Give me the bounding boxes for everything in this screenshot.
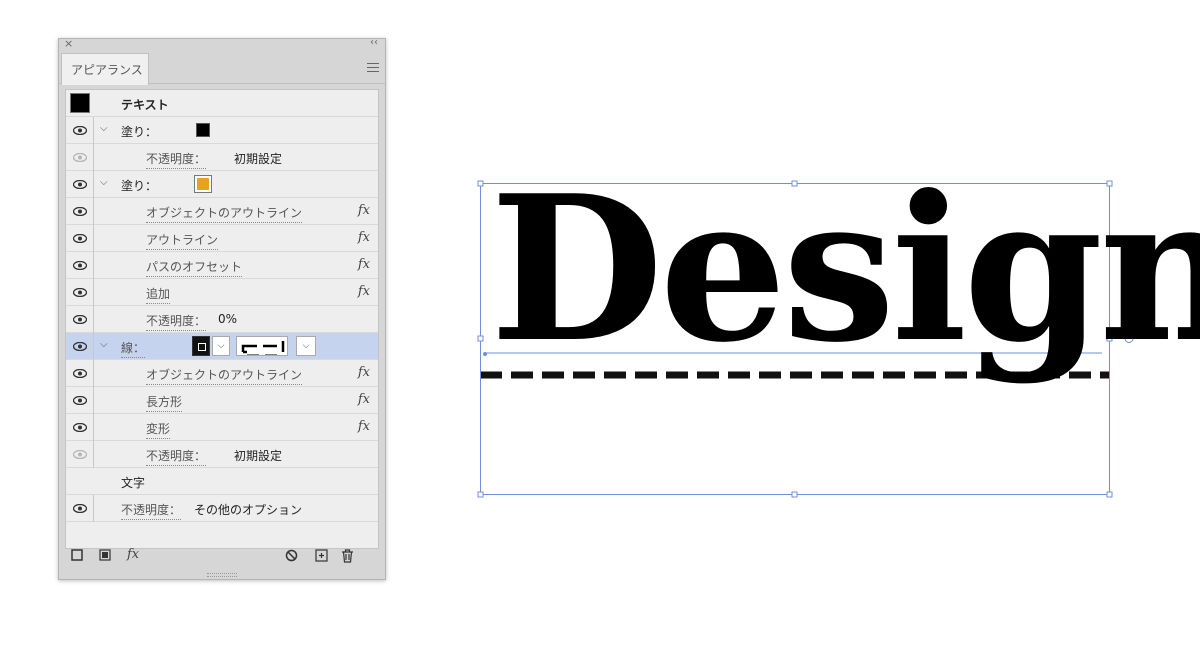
row-fill-1[interactable]: ⌵ 塗り： bbox=[66, 117, 378, 144]
effect-outline-object-link[interactable]: オブジェクトのアウトライン bbox=[146, 204, 303, 223]
appearance-panel: × ‹‹ アピアランス テキスト ⌵ 塗り： 不透明度： 初期設定 ⌵ 塗り： … bbox=[58, 37, 386, 580]
effect-add-link[interactable]: 追加 bbox=[146, 285, 171, 304]
fx-icon: fx bbox=[357, 284, 370, 299]
chevron-down-icon[interactable]: ⌵ bbox=[100, 339, 108, 350]
fill-2-label: 塗り： bbox=[121, 179, 158, 193]
visibility-eye-icon[interactable] bbox=[66, 414, 94, 441]
row-effect[interactable]: 長方形 fx bbox=[66, 387, 378, 414]
fx-icon: fx bbox=[357, 419, 370, 434]
opacity-value: 0% bbox=[218, 312, 238, 326]
fill-1-swatch[interactable] bbox=[196, 123, 210, 137]
stroke-link[interactable]: 線： bbox=[121, 339, 146, 358]
new-stroke-icon[interactable] bbox=[71, 549, 83, 565]
row-effect[interactable]: 変形 fx bbox=[66, 414, 378, 441]
visibility-eye-icon[interactable] bbox=[66, 144, 94, 171]
panel-titlebar: × ‹‹ bbox=[59, 37, 385, 51]
canvas-artwork[interactable]: Design bbox=[470, 170, 1200, 510]
effect-rectangle-link[interactable]: 長方形 bbox=[146, 393, 183, 412]
row-fill-2-opacity[interactable]: 不透明度： 0% bbox=[66, 306, 378, 333]
panel-footer: fx bbox=[59, 545, 385, 569]
text-thumbnail bbox=[70, 93, 90, 113]
visibility-eye-icon[interactable] bbox=[66, 387, 94, 414]
opacity-value: その他のオプション bbox=[194, 503, 303, 517]
visibility-eye-icon[interactable] bbox=[66, 225, 94, 252]
visibility-eye-icon[interactable] bbox=[66, 333, 94, 360]
stroke-color-dropdown[interactable]: ⌵ bbox=[212, 336, 230, 356]
stroke-weight-dropdown[interactable]: ⌵ bbox=[296, 336, 316, 356]
fx-menu-icon[interactable]: fx bbox=[127, 547, 139, 562]
stroke-dash-preview[interactable] bbox=[236, 336, 288, 356]
new-fill-icon[interactable] bbox=[99, 549, 111, 565]
delete-icon[interactable] bbox=[341, 549, 354, 567]
fill-2-swatch-frame[interactable] bbox=[194, 175, 212, 193]
effect-transform-link[interactable]: 変形 bbox=[146, 420, 171, 439]
fill-2-swatch bbox=[197, 178, 209, 190]
row-fill-1-opacity[interactable]: 不透明度： 初期設定 bbox=[66, 144, 378, 171]
visibility-eye-icon[interactable] bbox=[66, 171, 94, 198]
visibility-eye-icon[interactable] bbox=[66, 117, 94, 144]
row-stroke-opacity[interactable]: 不透明度： 初期設定 bbox=[66, 441, 378, 468]
close-icon[interactable]: × bbox=[64, 37, 73, 50]
row-object-opacity[interactable]: 不透明度： その他のオプション bbox=[66, 495, 378, 522]
visibility-eye-icon[interactable] bbox=[66, 252, 94, 279]
row-effect[interactable]: パスのオフセット fx bbox=[66, 252, 378, 279]
text-heading-label: テキスト bbox=[121, 98, 169, 112]
duplicate-icon[interactable] bbox=[315, 549, 328, 566]
visibility-eye-icon[interactable] bbox=[66, 198, 94, 225]
row-effect[interactable]: オブジェクトのアウトライン fx bbox=[66, 198, 378, 225]
row-effect[interactable]: オブジェクトのアウトライン fx bbox=[66, 360, 378, 387]
chevron-down-icon[interactable]: ⌵ bbox=[100, 123, 108, 134]
visibility-eye-icon[interactable] bbox=[66, 306, 94, 333]
row-text-heading[interactable]: テキスト bbox=[66, 90, 378, 117]
effect-outline-object-link[interactable]: オブジェクトのアウトライン bbox=[146, 366, 303, 385]
fx-icon: fx bbox=[357, 365, 370, 380]
fx-icon: fx bbox=[357, 257, 370, 272]
row-effect[interactable]: アウトライン fx bbox=[66, 225, 378, 252]
panel-tab-row: アピアランス bbox=[59, 51, 385, 85]
fx-icon: fx bbox=[357, 203, 370, 218]
panel-menu-icon[interactable] bbox=[367, 63, 379, 72]
chevron-down-icon[interactable]: ⌵ bbox=[100, 177, 108, 188]
design-text[interactable]: Design bbox=[490, 170, 1200, 370]
tab-appearance[interactable]: アピアランス bbox=[61, 53, 149, 85]
effect-outline-link[interactable]: アウトライン bbox=[146, 231, 219, 250]
row-effect[interactable]: 追加 fx bbox=[66, 279, 378, 306]
row-characters[interactable]: 文字 bbox=[66, 468, 378, 495]
opacity-link[interactable]: 不透明度： bbox=[121, 501, 182, 520]
visibility-eye-icon[interactable] bbox=[66, 279, 94, 306]
opacity-value: 初期設定 bbox=[234, 449, 283, 463]
opacity-value: 初期設定 bbox=[234, 152, 283, 166]
opacity-link[interactable]: 不透明度： bbox=[146, 150, 207, 169]
opacity-link[interactable]: 不透明度： bbox=[146, 312, 207, 331]
effect-offset-path-link[interactable]: パスのオフセット bbox=[146, 258, 243, 277]
appearance-list: テキスト ⌵ 塗り： 不透明度： 初期設定 ⌵ 塗り： オブジェクトのアウトライ… bbox=[65, 89, 379, 549]
fill-1-label: 塗り： bbox=[121, 125, 158, 139]
visibility-eye-icon[interactable] bbox=[66, 495, 94, 522]
fx-icon: fx bbox=[357, 392, 370, 407]
visibility-eye-icon[interactable] bbox=[66, 360, 94, 387]
opacity-link[interactable]: 不透明度： bbox=[146, 447, 207, 466]
collapse-icon[interactable]: ‹‹ bbox=[370, 37, 378, 48]
fx-icon: fx bbox=[357, 230, 370, 245]
row-stroke[interactable]: ⌵ 線： ⌵ ⌵ bbox=[66, 333, 378, 360]
row-fill-2[interactable]: ⌵ 塗り： bbox=[66, 171, 378, 198]
visibility-eye-icon[interactable] bbox=[66, 441, 94, 468]
stroke-swatch[interactable] bbox=[192, 336, 210, 356]
resize-grip[interactable] bbox=[207, 573, 237, 577]
clear-icon[interactable] bbox=[285, 549, 298, 566]
characters-label: 文字 bbox=[121, 476, 146, 490]
